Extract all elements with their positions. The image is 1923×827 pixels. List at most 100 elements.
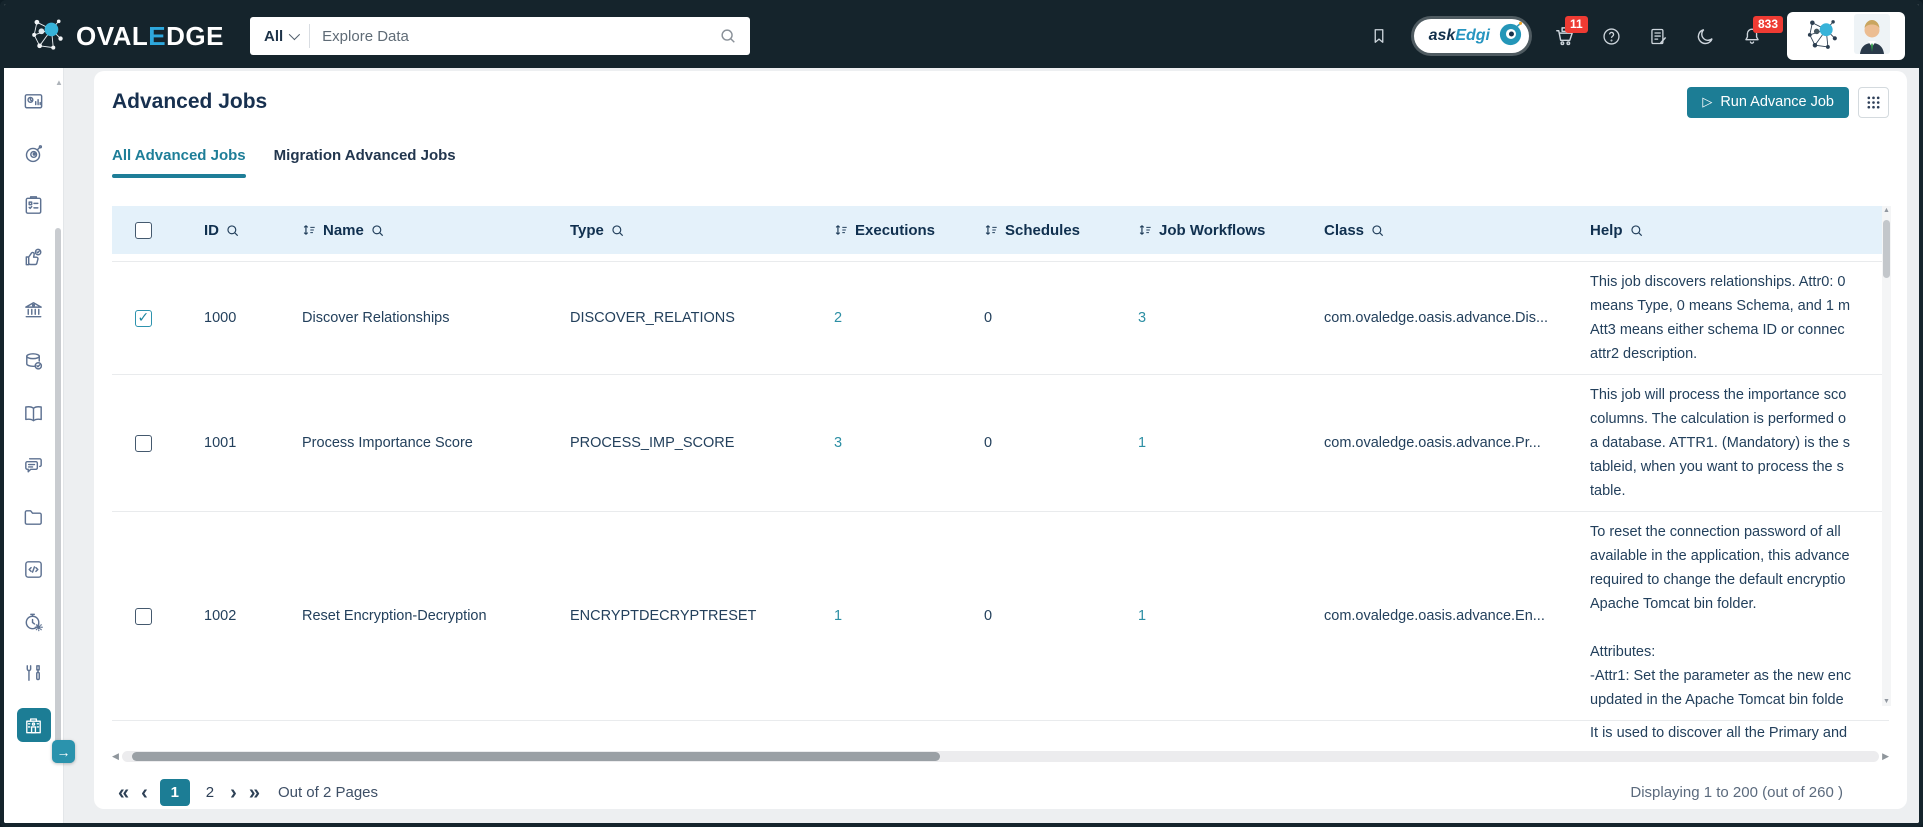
- help-icon[interactable]: [1599, 24, 1623, 48]
- tools-icon: [26, 664, 40, 681]
- sidebar-item-collaboration-chat[interactable]: [17, 448, 51, 482]
- sidebar-expand-button[interactable]: →: [52, 740, 75, 763]
- column-header-job-workflows[interactable]: Job Workflows: [1159, 222, 1265, 239]
- cart-icon[interactable]: 11: [1552, 16, 1588, 48]
- sort-icon[interactable]: [302, 223, 316, 237]
- search-icon[interactable]: [611, 224, 624, 237]
- row-checkbox[interactable]: [134, 309, 152, 327]
- sidebar-item-projects-clipboard[interactable]: [17, 188, 51, 222]
- cell-schedules: 0: [984, 310, 993, 326]
- sidebar-item-data-quality-database[interactable]: [17, 344, 51, 378]
- job-workflows-link[interactable]: 1: [1138, 608, 1146, 624]
- dark-mode-moon-icon[interactable]: [1693, 24, 1717, 48]
- column-header-help[interactable]: Help: [1590, 222, 1623, 239]
- row-checkbox[interactable]: [134, 434, 152, 452]
- job-workflows-link[interactable]: 3: [1138, 310, 1146, 326]
- cell-class: com.ovaledge.oasis.advance.Dis...: [1324, 310, 1549, 326]
- release-notes-icon[interactable]: [1646, 24, 1670, 48]
- column-header-type[interactable]: Type: [570, 222, 604, 239]
- run-advance-job-button[interactable]: ▷ Run Advance Job: [1687, 86, 1849, 118]
- search-scope-value: All: [264, 27, 284, 45]
- next-page-button[interactable]: ›: [230, 783, 237, 803]
- ai-robot-icon: [25, 144, 43, 162]
- user-profile-box[interactable]: [1787, 12, 1905, 60]
- page-2-button[interactable]: 2: [202, 784, 218, 801]
- sidebar-scrollbar[interactable]: ▲: [55, 78, 63, 813]
- column-header-class[interactable]: Class: [1324, 222, 1364, 239]
- job-workflows-link[interactable]: 1: [1138, 435, 1146, 451]
- approval-hand-check-icon: [25, 248, 42, 265]
- grid-view-button[interactable]: [1858, 86, 1889, 118]
- header-actions: askEdgi 11 833: [1367, 4, 1905, 68]
- select-all-checkbox[interactable]: [134, 221, 152, 239]
- sidebar-item-tools[interactable]: [17, 656, 51, 690]
- sort-icon[interactable]: [834, 223, 848, 237]
- global-search: All: [250, 17, 750, 55]
- scroll-down-arrow[interactable]: ▼: [1883, 698, 1890, 705]
- first-page-button[interactable]: «: [118, 783, 129, 803]
- sidebar-item-glossary-book[interactable]: [17, 396, 51, 430]
- executions-link[interactable]: 1: [834, 608, 842, 624]
- sort-icon[interactable]: [1138, 223, 1152, 237]
- cell-help: It is used to discover all the Primary a…: [1590, 725, 1848, 741]
- sidebar-item-governance-bank[interactable]: [17, 292, 51, 326]
- executions-link[interactable]: 3: [834, 435, 842, 451]
- sidebar-item-job-scheduler[interactable]: [17, 604, 51, 638]
- content-card: Advanced Jobs ▷ Run Advance Job All Adva…: [94, 71, 1907, 809]
- tab-migration-advanced-jobs[interactable]: Migration Advanced Jobs: [274, 147, 456, 178]
- tab-all-advanced-jobs[interactable]: All Advanced Jobs: [112, 147, 246, 178]
- sidebar-item-files-folder[interactable]: [17, 500, 51, 534]
- horizontal-scrollbar-thumb[interactable]: [131, 752, 941, 761]
- previous-page-button[interactable]: ‹: [141, 783, 148, 803]
- vertical-scrollbar-thumb[interactable]: [1883, 220, 1890, 278]
- ask-edgi-button[interactable]: askEdgi: [1413, 19, 1529, 53]
- table-body: 1000 Discover Relationships DISCOVER_REL…: [112, 261, 1889, 747]
- search-input[interactable]: [310, 27, 716, 45]
- executions-link[interactable]: 2: [834, 310, 842, 326]
- search-icon[interactable]: [226, 224, 239, 237]
- column-header-name[interactable]: Name: [323, 222, 364, 239]
- horizontal-scrollbar-track[interactable]: [121, 751, 1880, 762]
- sidebar-item-advanced-tools[interactable]: [16, 708, 51, 742]
- projects-clipboard-icon: [25, 195, 42, 214]
- search-icon[interactable]: [371, 224, 384, 237]
- advanced-tools-building-icon: [26, 717, 41, 733]
- brand-name: OVALEDGE: [76, 20, 224, 51]
- sidebar-scroll-up-arrow[interactable]: ▲: [55, 78, 63, 87]
- sidebar-item-approval-hand[interactable]: [17, 240, 51, 274]
- scroll-right-arrow[interactable]: ▶: [1882, 751, 1889, 762]
- search-scope-dropdown[interactable]: All: [250, 28, 309, 45]
- column-header-id[interactable]: ID: [204, 222, 219, 239]
- search-icon[interactable]: [1371, 224, 1384, 237]
- cell-name: Process Importance Score: [302, 435, 473, 451]
- page-1-button[interactable]: 1: [159, 779, 190, 806]
- row-checkbox[interactable]: [134, 607, 152, 625]
- brand-logo[interactable]: OVALEDGE: [4, 13, 250, 60]
- table-horizontal-scrollbar[interactable]: ◀ ▶: [112, 750, 1889, 763]
- last-page-button[interactable]: »: [249, 783, 260, 803]
- column-header-executions[interactable]: Executions: [855, 222, 935, 239]
- user-avatar[interactable]: [1854, 13, 1890, 59]
- cell-class: com.ovaledge.oasis.advance.En...: [1324, 608, 1545, 624]
- table-row-partial[interactable]: It is used to discover all the Primary a…: [112, 721, 1889, 747]
- table-row[interactable]: 1002 Reset Encryption-Decryption ENCRYPT…: [112, 512, 1889, 721]
- sort-icon[interactable]: [984, 223, 998, 237]
- collaboration-chat-icon: [25, 457, 42, 472]
- app-window: OVALEDGE All askEdgi: [0, 0, 1923, 827]
- notifications-bell-icon[interactable]: 833: [1740, 16, 1784, 48]
- table-row[interactable]: 1001 Process Importance Score PROCESS_IM…: [112, 375, 1889, 512]
- column-header-schedules[interactable]: Schedules: [1005, 222, 1080, 239]
- sidebar-item-ai-robot[interactable]: [17, 136, 51, 170]
- sidebar-item-query-code[interactable]: [17, 552, 51, 586]
- report-dashboard-icon: [24, 93, 43, 108]
- search-icon[interactable]: [1630, 224, 1643, 237]
- bookmark-icon[interactable]: [1367, 24, 1391, 48]
- scroll-left-arrow[interactable]: ◀: [112, 751, 119, 762]
- sidebar-scrollbar-thumb[interactable]: [55, 228, 61, 743]
- table-vertical-scrollbar[interactable]: ▲ ▼: [1882, 206, 1891, 706]
- sidebar-item-report-dashboard[interactable]: [17, 84, 51, 118]
- cell-name: Reset Encryption-Decryption: [302, 608, 487, 624]
- scroll-up-arrow[interactable]: ▲: [1883, 207, 1890, 214]
- table-row[interactable]: 1000 Discover Relationships DISCOVER_REL…: [112, 261, 1889, 375]
- grid-dots-icon: [1867, 96, 1880, 108]
